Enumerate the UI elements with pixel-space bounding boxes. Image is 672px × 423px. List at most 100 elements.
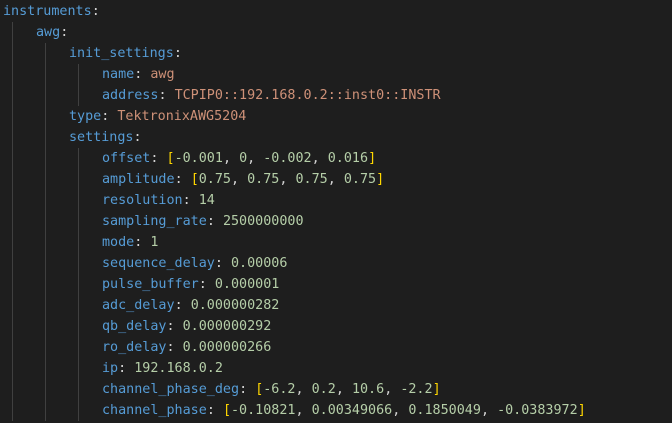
indent-guide (45, 253, 46, 274)
code-line[interactable]: resolution: 14 (0, 190, 672, 211)
indent-guide (12, 211, 13, 232)
indent-guide (12, 400, 13, 421)
colon: : (91, 4, 100, 19)
indent-guide (12, 379, 13, 400)
list-number: 0 (239, 151, 248, 166)
indent-guide (12, 85, 13, 106)
yaml-key: qb_delay (102, 319, 167, 334)
indent-guide (45, 127, 46, 148)
yaml-key: resolution (102, 193, 183, 208)
comma: , (384, 382, 401, 397)
indent-guide (45, 85, 46, 106)
comma: , (311, 151, 328, 166)
comma: , (295, 382, 312, 397)
indent-guide (78, 85, 79, 106)
colon: : (158, 88, 167, 103)
code-line[interactable]: channel_phase: [-0.10821, 0.00349066, 0.… (0, 400, 672, 421)
line-content: resolution: 14 (102, 190, 215, 211)
code-line[interactable]: sampling_rate: 2500000000 (0, 211, 672, 232)
indent-guide (12, 295, 13, 316)
code-line[interactable]: pulse_buffer: 0.000001 (0, 274, 672, 295)
list-number: -6.2 (263, 382, 296, 397)
indent-guide (45, 316, 46, 337)
indent-guide (45, 64, 46, 85)
code-editor[interactable]: instruments: awg: init_settings: name: awg a… (0, 0, 672, 423)
yaml-key: ip (102, 361, 119, 376)
code-line[interactable]: adc_delay: 0.000000282 (0, 295, 672, 316)
yaml-number-value: 2500000000 (222, 214, 304, 229)
line-content: sequence_delay: 0.00006 (102, 253, 287, 274)
code-line[interactable]: awg: (0, 22, 672, 43)
list-number: 0.75 (295, 172, 328, 187)
list-number: -0.10821 (231, 403, 296, 418)
colon: : (206, 214, 215, 229)
list-number: 0.2 (311, 382, 336, 397)
comma: , (335, 382, 352, 397)
yaml-number-value: 14 (198, 193, 215, 208)
indent-guide (78, 379, 79, 400)
indent-guide (45, 295, 46, 316)
indent-guide (45, 211, 46, 232)
code-line[interactable]: address: TCPIP0::192.168.0.2::inst0::INS… (0, 85, 672, 106)
list-number: 0.75 (198, 172, 231, 187)
indent-guide (45, 400, 46, 421)
indent-guide (12, 232, 13, 253)
indent-guide (45, 43, 46, 64)
line-content: name: awg (102, 64, 175, 85)
yaml-key: settings (69, 130, 134, 145)
colon: : (173, 46, 182, 61)
code-line[interactable]: instruments: (0, 1, 672, 22)
line-content: ro_delay: 0.000000266 (102, 337, 271, 358)
code-line[interactable]: offset: [-0.001, 0, -0.002, 0.016] (0, 148, 672, 169)
close-bracket: ] (376, 172, 385, 187)
code-line[interactable]: ip: 192.168.0.2 (0, 358, 672, 379)
indent-guide (12, 169, 13, 190)
indent-guide (45, 148, 46, 169)
comma: , (392, 403, 409, 418)
code-line[interactable]: ro_delay: 0.000000266 (0, 337, 672, 358)
line-content: settings: (69, 127, 142, 148)
code-line[interactable]: mode: 1 (0, 232, 672, 253)
list-number: 0.016 (327, 151, 369, 166)
close-bracket: ] (577, 403, 586, 418)
close-bracket: ] (432, 382, 441, 397)
code-line[interactable]: qb_delay: 0.000000292 (0, 316, 672, 337)
indent-guide (12, 43, 13, 64)
line-content: instruments: (3, 1, 100, 22)
code-line[interactable]: init_settings: (0, 43, 672, 64)
indent-guide (12, 190, 13, 211)
comma: , (327, 172, 344, 187)
indent-guide (12, 106, 13, 127)
code-line[interactable]: sequence_delay: 0.00006 (0, 253, 672, 274)
colon: : (166, 340, 175, 355)
yaml-key: awg (36, 25, 61, 40)
yaml-key: pulse_buffer (102, 277, 199, 292)
indent-guide (78, 358, 79, 379)
code-line[interactable]: amplitude: [0.75, 0.75, 0.75, 0.75] (0, 169, 672, 190)
indent-guide (78, 253, 79, 274)
code-line[interactable]: type: TektronixAWG5204 (0, 106, 672, 127)
list-number: 0.75 (247, 172, 280, 187)
list-number: 0.00349066 (311, 403, 393, 418)
indent-guide (45, 337, 46, 358)
yaml-key: amplitude (102, 172, 175, 187)
colon: : (133, 130, 142, 145)
line-content: ip: 192.168.0.2 (102, 358, 223, 379)
code-line[interactable]: channel_phase_deg: [-6.2, 0.2, 10.6, -2.… (0, 379, 672, 400)
colon: : (206, 403, 215, 418)
indent-guide (12, 274, 13, 295)
list-number: -0.002 (263, 151, 312, 166)
code-line[interactable]: settings: (0, 127, 672, 148)
indent-guide (45, 190, 46, 211)
indent-guide (12, 253, 13, 274)
indent-guide (78, 232, 79, 253)
yaml-key: mode (102, 235, 135, 250)
line-content: amplitude: [0.75, 0.75, 0.75, 0.75] (102, 169, 384, 190)
indent-guide (12, 22, 13, 43)
code-line[interactable]: name: awg (0, 64, 672, 85)
indent-guide (78, 211, 79, 232)
